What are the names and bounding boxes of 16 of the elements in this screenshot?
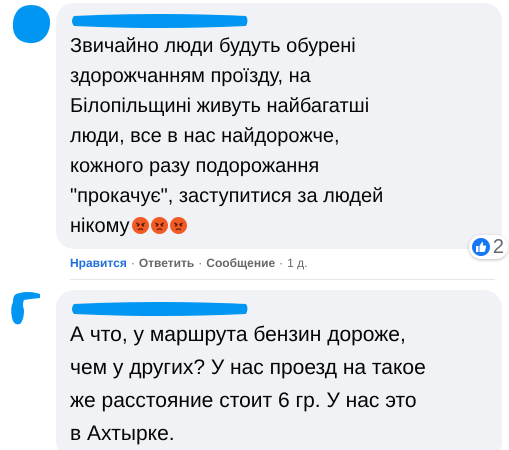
action-link[interactable]: Ответить: [138, 254, 194, 272]
angry-face-icon: [150, 217, 168, 234]
angry-face-icon: [170, 217, 187, 234]
action-link[interactable]: Сообщение: [206, 254, 276, 272]
reaction-count: 2: [492, 237, 504, 257]
comment-text: А что, у маршрута бензин дороже, чем у других? У нас проезд на такое же расстояние стоит 6 гр. У нас это в Ахтырке.: [70, 322, 427, 447]
separator-dot: ·: [130, 255, 135, 272]
comment-text: Звичайно люди будуть обурені здорожчанням проїзду, на Білопільщині живуть найбагатші люди, все в нас найдорожче, кожного разу подорожання "прокачує", заступитися за людей нікому: [70, 34, 384, 239]
angry-face-icon: [132, 217, 149, 234]
separator-dot: ·: [279, 255, 284, 272]
action-link[interactable]: Нравится: [70, 254, 127, 272]
separator-dot: ·: [198, 255, 202, 272]
thumbs-up-icon: [472, 238, 490, 256]
timestamp: 1 д.: [287, 255, 308, 272]
reaction-badge[interactable]: 2: [468, 235, 508, 259]
avatar[interactable]: [10, 3, 52, 45]
